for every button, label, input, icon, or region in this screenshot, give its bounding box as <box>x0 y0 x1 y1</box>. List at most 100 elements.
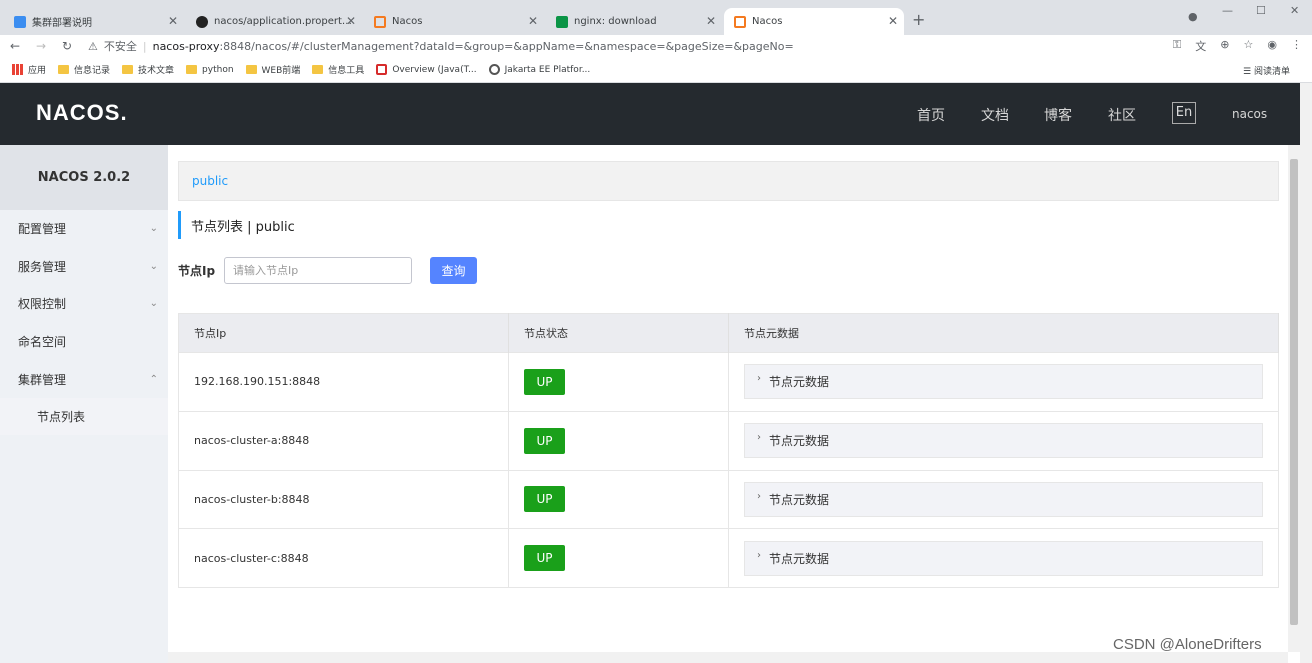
horizontal-scrollbar[interactable] <box>168 652 1288 663</box>
window-close-icon[interactable]: ✕ <box>1290 4 1299 17</box>
status-cell: UP <box>508 528 729 588</box>
nav-docs[interactable]: 文档 <box>981 105 1009 125</box>
user-name[interactable]: nacos <box>1232 107 1267 121</box>
chevron-right-icon: › <box>757 549 761 561</box>
bookmark-folder[interactable]: 技术文章 <box>122 63 174 76</box>
url-field[interactable]: ⚠ 不安全 | nacos-proxy :8848/nacos/#/cluste… <box>88 37 1158 55</box>
minimize-icon[interactable]: — <box>1222 4 1233 17</box>
bookmark-page[interactable]: Overview (Java(T... <box>376 64 477 75</box>
bookmark-label: 应用 <box>28 66 47 76</box>
nginx-icon <box>556 15 568 28</box>
nav-blog[interactable]: 博客 <box>1044 105 1072 125</box>
status-badge: UP <box>524 368 565 395</box>
node-ip: nacos-cluster-a:8848 <box>178 410 509 470</box>
bookmark-apps[interactable]: 应用 <box>12 63 46 76</box>
bookmark-folder[interactable]: 信息记录 <box>58 63 110 76</box>
status-cell: UP <box>508 410 729 470</box>
back-icon[interactable]: ← <box>4 39 26 53</box>
metadata-label: 节点元数据 <box>769 551 830 566</box>
folder-icon <box>312 65 324 74</box>
table-header-row: 节点Ip 节点状态 节点元数据 <box>178 313 1279 353</box>
reading-list-icon: ☰ <box>1243 67 1254 77</box>
metadata-cell: › 节点元数据 <box>728 410 1279 470</box>
metadata-collapse[interactable]: › 节点元数据 <box>744 364 1263 400</box>
maximize-icon[interactable]: ☐ <box>1256 4 1266 17</box>
key-icon[interactable]: ⚿ <box>1173 38 1181 54</box>
url-host: nacos-proxy <box>152 39 220 53</box>
browser-tab-active[interactable]: Nacos ✕ <box>724 8 904 35</box>
sidebar-item-node-list[interactable]: 节点列表 <box>0 397 168 435</box>
query-button[interactable]: 查询 <box>430 257 477 284</box>
sidebar-item-cluster[interactable]: 集群管理 ⌃ <box>0 360 168 398</box>
bookmark-label: 信息记录 <box>74 66 111 76</box>
chevron-up-icon: ⌃ <box>149 373 158 385</box>
metadata-collapse[interactable]: › 节点元数据 <box>744 540 1263 576</box>
close-icon[interactable]: ✕ <box>888 14 898 28</box>
sidebar-item-auth[interactable]: 权限控制 ⌄ <box>0 285 168 323</box>
scrollbar-thumb[interactable] <box>1290 159 1298 625</box>
page-scrollbar[interactable] <box>1300 83 1312 663</box>
status-badge: UP <box>524 486 565 513</box>
nacos-logo[interactable]: NACOS. <box>36 100 128 126</box>
zoom-icon[interactable]: ⊕ <box>1220 38 1229 54</box>
reload-icon[interactable]: ↻ <box>56 39 78 53</box>
tab-title: nginx: download <box>574 16 657 27</box>
chevron-right-icon: › <box>757 373 761 385</box>
tab-title: 集群部署说明 <box>32 18 92 29</box>
forward-icon[interactable]: → <box>30 39 52 53</box>
avatar[interactable]: ◉ <box>1267 38 1277 54</box>
namespace-link[interactable]: public <box>192 174 228 188</box>
table-row: 192.168.190.151:8848 UP › 节点元数据 <box>178 352 1279 412</box>
metadata-cell: › 节点元数据 <box>728 528 1279 588</box>
metadata-collapse[interactable]: › 节点元数据 <box>744 481 1263 517</box>
sidebar-item-label: 配置管理 <box>18 222 67 237</box>
folder-icon <box>122 65 134 74</box>
bookmark-label: Overview (Java(T... <box>392 64 477 75</box>
search-label: 节点Ip <box>178 264 216 278</box>
reading-list-button[interactable]: ☰ 阅读清单 <box>1243 64 1290 77</box>
bookmark-folder[interactable]: python <box>186 64 234 75</box>
new-tab-button[interactable]: + <box>912 10 925 29</box>
nacos-icon <box>734 15 746 28</box>
url-path: :8848/nacos/#/clusterManagement?dataId=&… <box>219 39 794 53</box>
page-title: 节点列表 | public <box>178 211 295 239</box>
bookmark-folder[interactable]: 信息工具 <box>312 63 364 76</box>
metadata-collapse[interactable]: › 节点元数据 <box>744 423 1263 459</box>
profile-icon[interactable]: ● <box>1188 10 1198 23</box>
reading-list-label: 阅读清单 <box>1253 67 1290 77</box>
bookmark-folder[interactable]: WEB前端 <box>245 63 301 76</box>
nav-home[interactable]: 首页 <box>917 105 945 125</box>
bookmark-page[interactable]: Jakarta EE Platfor... <box>488 64 590 75</box>
nav-community[interactable]: 社区 <box>1108 105 1136 125</box>
chevron-down-icon: ⌄ <box>149 298 158 310</box>
content-scrollbar[interactable] <box>1288 145 1300 652</box>
browser-tab[interactable]: nginx: download ✕ <box>546 8 722 35</box>
translate-icon[interactable]: 文 <box>1195 38 1206 54</box>
bookmark-label: WEB前端 <box>261 66 301 76</box>
tab-title: Nacos <box>392 16 423 27</box>
sidebar-item-config[interactable]: 配置管理 ⌄ <box>0 210 168 248</box>
column-header-status: 节点状态 <box>508 313 729 353</box>
browser-tab[interactable]: Nacos ✕ <box>364 8 544 35</box>
folder-icon <box>58 65 70 74</box>
sidebar-item-namespace[interactable]: 命名空间 <box>0 323 168 361</box>
folder-icon <box>245 65 257 74</box>
close-icon[interactable]: ✕ <box>528 14 538 28</box>
star-icon[interactable]: ☆ <box>1244 38 1254 54</box>
bookmarks-bar: 应用 信息记录 技术文章 python WEB前端 信息工具 Overview … <box>0 57 1312 83</box>
browser-tab[interactable]: nacos/application.properties ✕ <box>186 8 362 35</box>
namespace-bar: public <box>178 161 1279 201</box>
main-content: public 节点列表 | public 节点Ip 查询 节点Ip 节点状态 节… <box>168 145 1288 652</box>
node-ip-search-input[interactable] <box>224 257 412 284</box>
close-icon[interactable]: ✕ <box>168 14 178 28</box>
close-icon[interactable]: ✕ <box>346 14 356 28</box>
cloud-icon <box>14 15 26 28</box>
apps-grid-icon <box>12 64 23 75</box>
sidebar-item-label: 权限控制 <box>18 297 67 312</box>
menu-icon[interactable]: ⋮ <box>1291 38 1302 54</box>
language-toggle[interactable]: En <box>1172 102 1196 124</box>
sidebar-item-service[interactable]: 服务管理 ⌄ <box>0 248 168 286</box>
bookmark-label: python <box>202 64 234 75</box>
browser-tab[interactable]: 集群部署说明 ✕ <box>4 8 184 35</box>
close-icon[interactable]: ✕ <box>706 14 716 28</box>
